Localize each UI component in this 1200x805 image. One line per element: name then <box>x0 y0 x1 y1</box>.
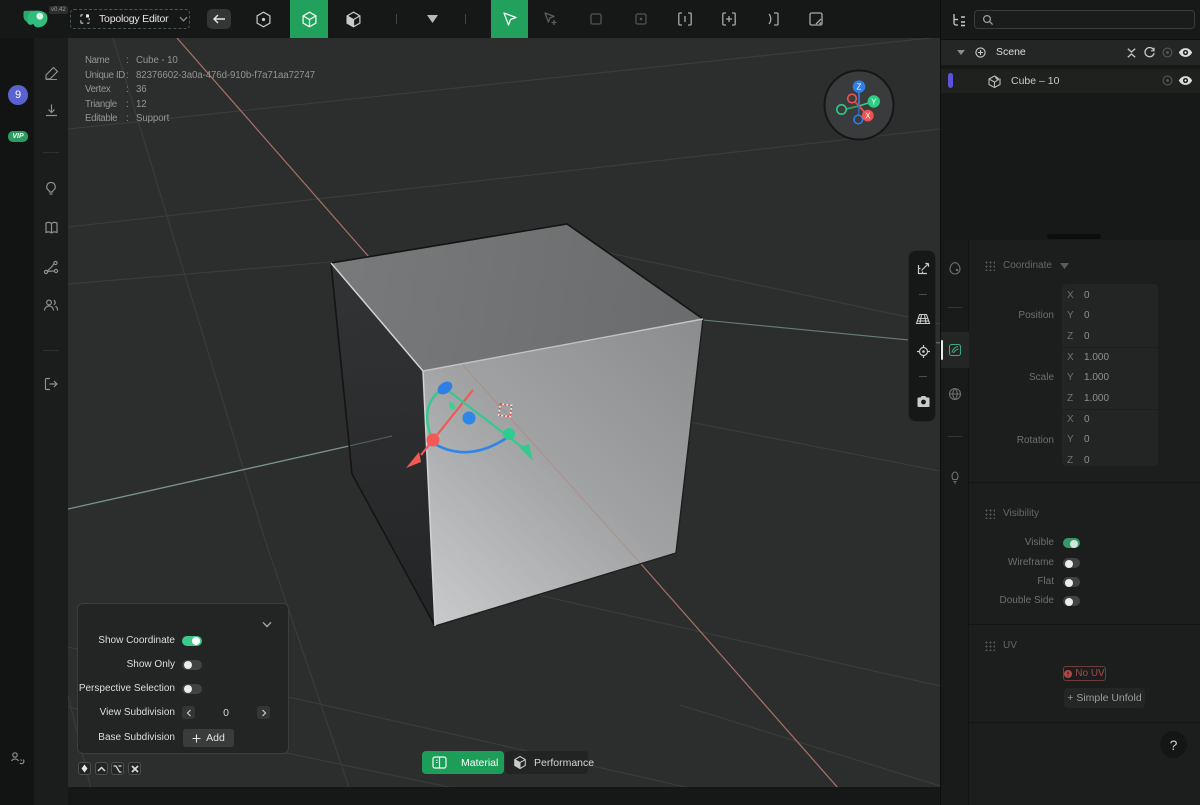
svg-text:Z: Z <box>857 83 862 92</box>
svg-text:X: X <box>865 111 871 120</box>
svg-text:Y: Y <box>871 97 877 106</box>
